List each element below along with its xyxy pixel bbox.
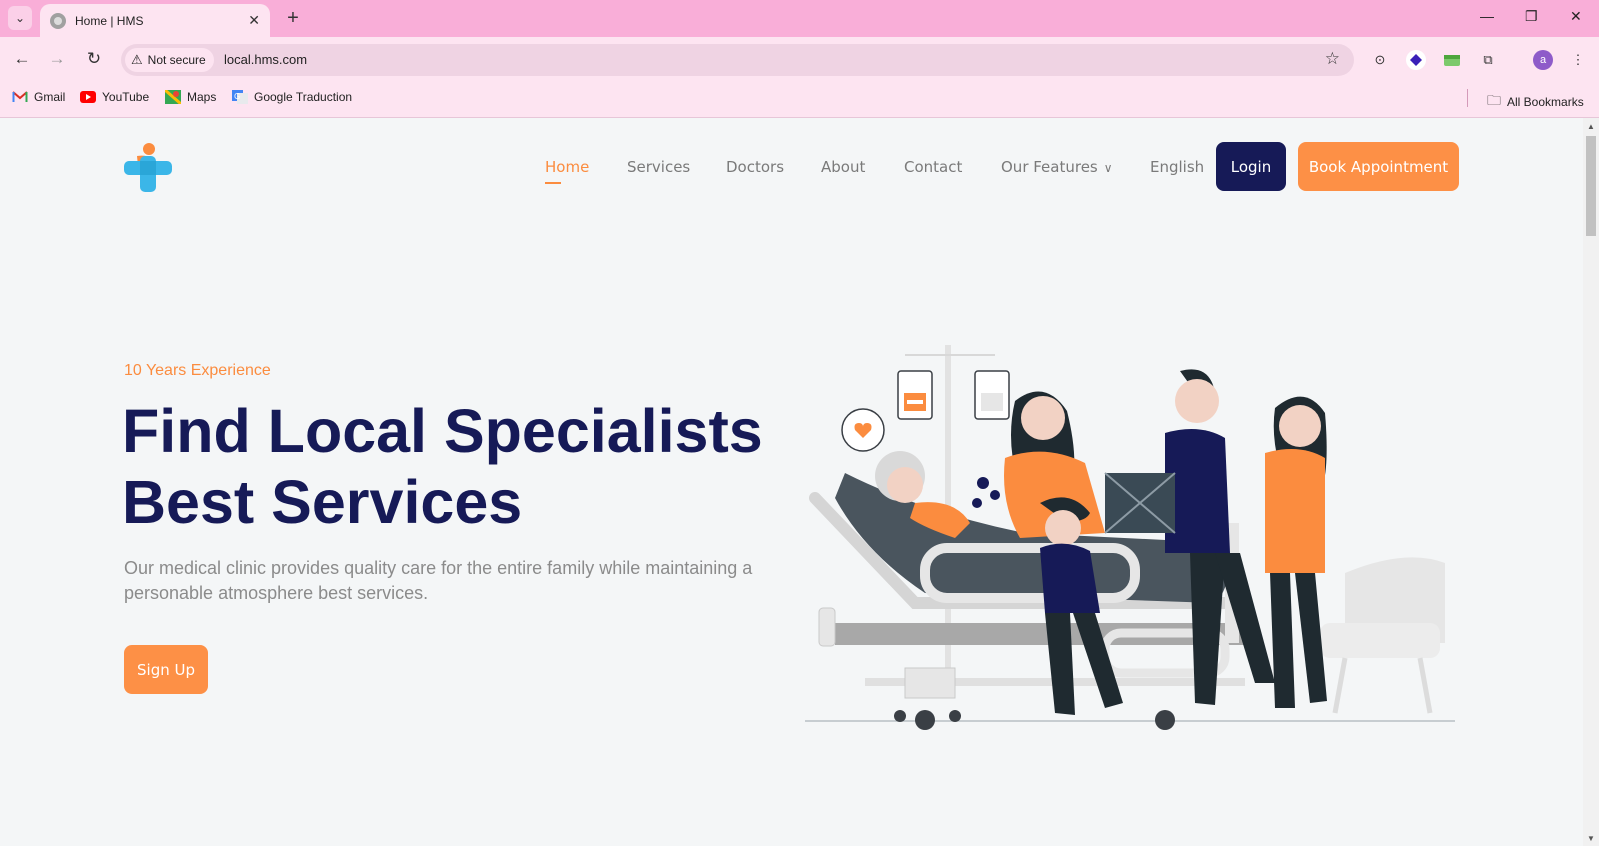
bookmark-star-icon[interactable]: ☆ — [1325, 49, 1340, 69]
new-tab-button[interactable]: + — [281, 6, 305, 30]
nav-services[interactable]: Services — [627, 158, 690, 176]
bookmark-youtube[interactable]: YouTube — [80, 90, 149, 104]
sign-up-button[interactable]: Sign Up — [124, 645, 208, 694]
svg-text:G: G — [234, 92, 240, 101]
nav-contact[interactable]: Contact — [904, 158, 962, 176]
browser-tab-active[interactable]: Home | HMS ✕ — [40, 4, 270, 37]
hero-headline-line1: Find Local Specialists — [122, 397, 763, 465]
puzzle-icon[interactable]: ⧉ — [1478, 50, 1498, 70]
address-bar[interactable]: ⚠ Not secure local.hms.com ☆ — [121, 44, 1354, 76]
page-scrollbar[interactable]: ▲ ▼ — [1583, 118, 1599, 846]
gmail-icon — [12, 91, 28, 102]
security-indicator[interactable]: ⚠ Not secure — [125, 48, 214, 72]
warning-icon: ⚠ — [131, 52, 143, 67]
forward-arrow-icon[interactable]: → — [45, 47, 69, 71]
browser-tab-strip: ⌄ Home | HMS ✕ + — ❐ ✕ — [0, 0, 1599, 37]
layers-extension-icon[interactable] — [1406, 50, 1426, 70]
book-appointment-button[interactable]: Book Appointment — [1298, 142, 1459, 191]
bookmark-label: YouTube — [102, 90, 150, 104]
bookmark-label: Gmail — [34, 90, 66, 104]
minimize-icon[interactable]: — — [1480, 8, 1494, 24]
bookmark-label: Google Traduction — [254, 90, 353, 104]
bookmark-label: Maps — [187, 90, 217, 104]
window-close-icon[interactable]: ✕ — [1570, 8, 1582, 25]
bookmark-gmail[interactable]: Gmail — [12, 90, 65, 104]
restore-icon[interactable]: ❐ — [1525, 8, 1538, 25]
close-icon[interactable]: ✕ — [248, 12, 260, 29]
globe-icon — [50, 12, 66, 29]
hms-logo[interactable] — [124, 142, 172, 192]
wallet-extension-icon[interactable] — [1442, 50, 1462, 70]
nav-our-features-label: Our Features — [1001, 158, 1098, 176]
hero-headline-line2: Best Services — [122, 468, 523, 536]
folder-icon: 🗀 — [1487, 92, 1501, 108]
all-bookmarks-button[interactable]: 🗀 All Bookmarks — [1487, 90, 1584, 114]
translate-icon: G — [232, 90, 248, 104]
scroll-up-arrow-icon[interactable]: ▲ — [1587, 122, 1595, 131]
bookmark-maps[interactable]: Maps — [165, 90, 216, 104]
nav-about[interactable]: About — [821, 158, 865, 176]
profile-avatar[interactable]: a — [1533, 50, 1553, 70]
hero-headline: Find Local Specialists Best Services — [122, 396, 822, 538]
nav-language[interactable]: English — [1150, 158, 1204, 176]
hero-eyebrow: 10 Years Experience — [124, 362, 271, 379]
nav-our-features[interactable]: Our Features ∨ — [1001, 158, 1113, 176]
hero-description: Our medical clinic provides quality care… — [124, 558, 753, 603]
maps-icon — [165, 90, 181, 104]
bookmarks-bar: Gmail YouTube Maps G Google Traduction 🗀… — [0, 80, 1599, 118]
nav-home[interactable]: Home — [545, 158, 589, 184]
reload-icon[interactable]: ↻ — [82, 47, 106, 71]
scroll-down-arrow-icon[interactable]: ▼ — [1587, 834, 1595, 843]
bookmark-translate[interactable]: G Google Traduction — [232, 90, 352, 104]
url-text[interactable]: local.hms.com — [224, 52, 307, 67]
extension-icon[interactable]: ⊙ — [1370, 50, 1390, 70]
youtube-icon — [80, 91, 96, 103]
chevron-down-icon: ⌄ — [14, 11, 26, 25]
browser-toolbar: ← → ↻ ⚠ Not secure local.hms.com ☆ ⊙ ⧉ a… — [0, 37, 1599, 80]
chevron-down-icon: ∨ — [1103, 161, 1113, 175]
all-bookmarks-label: All Bookmarks — [1507, 95, 1584, 109]
scrollbar-thumb[interactable] — [1586, 136, 1596, 236]
bookmarks-divider — [1467, 89, 1468, 107]
back-arrow-icon[interactable]: ← — [10, 47, 34, 71]
hero-illustration — [805, 345, 1455, 730]
nav-doctors[interactable]: Doctors — [726, 158, 784, 176]
kebab-menu-icon[interactable]: ⋮ — [1568, 50, 1588, 70]
security-label: Not secure — [147, 53, 206, 67]
tab-search-button[interactable]: ⌄ — [8, 6, 32, 30]
login-button[interactable]: Login — [1216, 142, 1286, 191]
web-page: Home Services Doctors About Contact Our … — [0, 118, 1583, 846]
tab-title: Home | HMS — [75, 13, 144, 28]
